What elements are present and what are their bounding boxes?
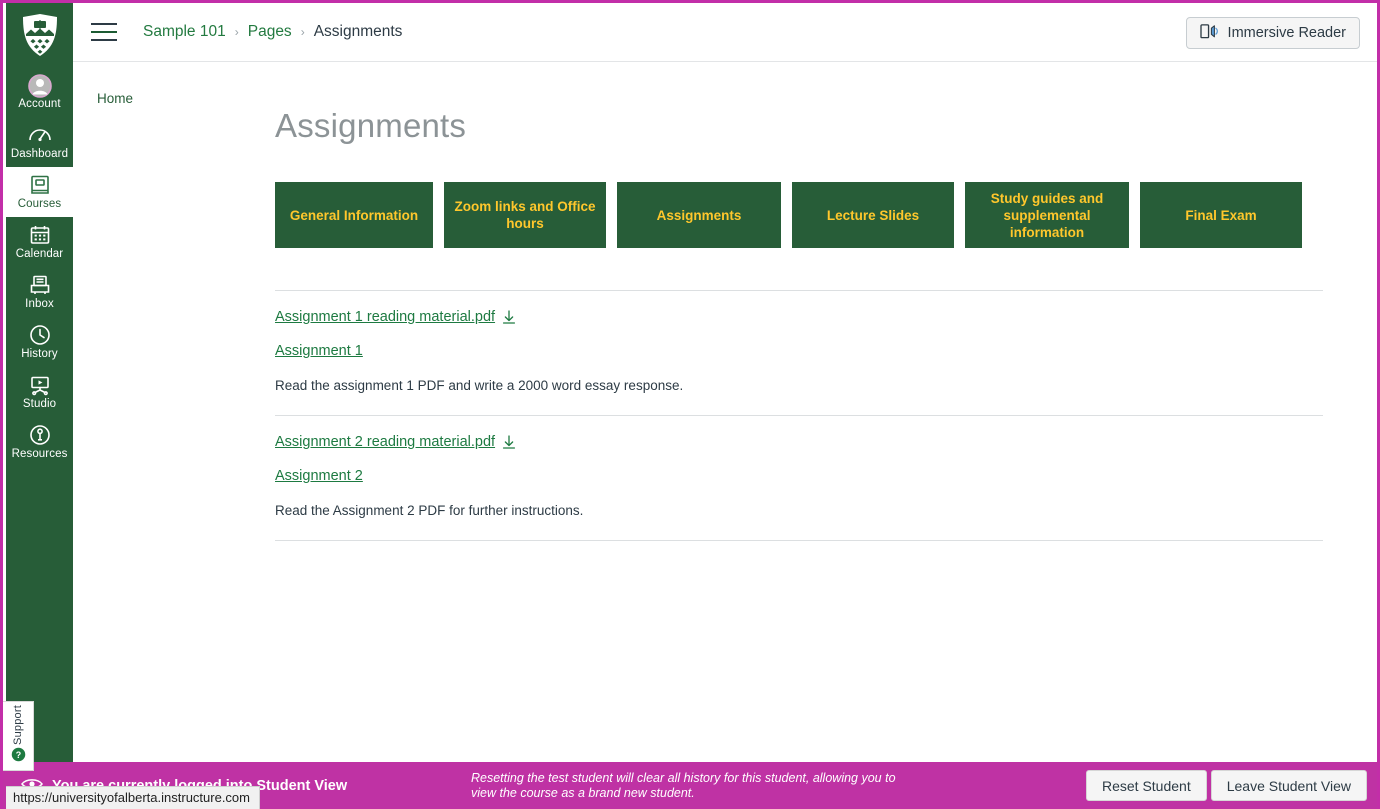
download-icon[interactable]	[502, 434, 516, 450]
section-button-final-exam[interactable]: Final Exam	[1140, 182, 1302, 248]
download-icon[interactable]	[502, 309, 516, 325]
main-content: Assignments General Information Zoom lin…	[233, 63, 1377, 769]
immersive-reader-label: Immersive Reader	[1227, 25, 1346, 41]
help-question-icon: ?	[11, 747, 26, 767]
sidebar-item-label: Dashboard	[10, 148, 69, 160]
immersive-reader-icon	[1199, 23, 1219, 44]
sidebar-item-label: Studio	[22, 398, 57, 410]
student-view-info: Resetting the test student will clear al…	[471, 770, 896, 800]
section-button-row: General Information Zoom links and Offic…	[275, 182, 1377, 248]
immersive-reader-button[interactable]: Immersive Reader	[1185, 17, 1360, 49]
sidebar-item-label: History	[21, 348, 58, 360]
svg-text:?: ?	[15, 750, 20, 760]
inbox-icon	[28, 273, 52, 297]
history-icon	[28, 323, 52, 347]
assignment-block: Assignment 1 reading material.pdf Assign…	[275, 290, 1323, 415]
file-line: Assignment 2 reading material.pdf	[275, 434, 1323, 450]
page-title: Assignments	[275, 107, 467, 144]
student-view-actions: Reset Student Leave Student View	[1085, 770, 1367, 801]
assignment-list: Assignment 1 reading material.pdf Assign…	[275, 290, 1323, 541]
course-navigation: Home	[73, 63, 233, 769]
sidebar-item-label: Resources	[11, 448, 68, 460]
breadcrumb: Sample 101 › Pages › Assignments	[143, 23, 402, 41]
support-tab[interactable]: Support ?	[3, 701, 34, 771]
university-of-alberta-shield-logo[interactable]	[6, 3, 73, 67]
support-tab-label: Support	[12, 704, 24, 745]
reset-student-button[interactable]: Reset Student	[1085, 770, 1207, 801]
breadcrumb-item-course[interactable]: Sample 101	[143, 23, 226, 41]
sidebar-item-dashboard[interactable]: Dashboard	[6, 117, 73, 167]
breadcrumb-item-current: Assignments	[313, 23, 403, 40]
courses-icon	[28, 173, 52, 197]
sidebar-item-label: Inbox	[25, 298, 54, 310]
assignment-link[interactable]: Assignment 1	[275, 343, 363, 359]
breadcrumb-separator-icon: ›	[234, 25, 239, 39]
file-line: Assignment 1 reading material.pdf	[275, 309, 1323, 325]
hamburger-icon[interactable]	[91, 19, 121, 45]
browser-viewport: Account Dashboard Courses Calendar Inbox…	[0, 0, 1380, 809]
section-button-assignments[interactable]: Assignments	[617, 182, 781, 248]
breadcrumb-item-pages[interactable]: Pages	[248, 23, 292, 41]
global-navigation: Account Dashboard Courses Calendar Inbox…	[6, 3, 73, 809]
sidebar-item-label: Calendar	[15, 248, 64, 260]
section-button-lecture-slides[interactable]: Lecture Slides	[792, 182, 954, 248]
assignment-file-link[interactable]: Assignment 2 reading material.pdf	[275, 434, 495, 450]
account-icon	[27, 73, 53, 98]
section-button-zoom-links-office-hours[interactable]: Zoom links and Office hours	[444, 182, 606, 248]
calendar-icon	[28, 223, 52, 247]
page-header: Sample 101 › Pages › Assignments Immersi…	[73, 3, 1377, 62]
assignment-description: Read the Assignment 2 PDF for further in…	[275, 503, 584, 518]
sidebar-item-label: Account	[18, 98, 61, 110]
assignment-file-link[interactable]: Assignment 1 reading material.pdf	[275, 309, 495, 325]
sidebar-item-account[interactable]: Account	[6, 67, 73, 117]
sidebar-item-calendar[interactable]: Calendar	[6, 217, 73, 267]
sidebar-item-history[interactable]: History	[6, 317, 73, 367]
resources-icon	[28, 423, 52, 447]
section-button-general-information[interactable]: General Information	[275, 182, 433, 248]
sidebar-item-studio[interactable]: Studio	[6, 367, 73, 417]
sidebar-item-resources[interactable]: Resources	[6, 417, 73, 467]
dashboard-icon	[27, 123, 53, 147]
status-bar-url: https://universityofalberta.instructure.…	[6, 786, 260, 809]
leave-student-view-button[interactable]: Leave Student View	[1210, 770, 1367, 801]
breadcrumb-separator-icon: ›	[300, 25, 305, 39]
assignment-description: Read the assignment 1 PDF and write a 20…	[275, 378, 684, 393]
section-button-study-guides[interactable]: Study guides and supplemental informatio…	[965, 182, 1129, 248]
sidebar-item-courses[interactable]: Courses	[6, 167, 73, 217]
assignment-link[interactable]: Assignment 2	[275, 468, 363, 484]
studio-icon	[28, 373, 52, 397]
sidebar-item-label: Courses	[17, 198, 62, 210]
assignment-block: Assignment 2 reading material.pdf Assign…	[275, 415, 1323, 541]
course-nav-item-home[interactable]: Home	[97, 89, 233, 109]
sidebar-item-inbox[interactable]: Inbox	[6, 267, 73, 317]
